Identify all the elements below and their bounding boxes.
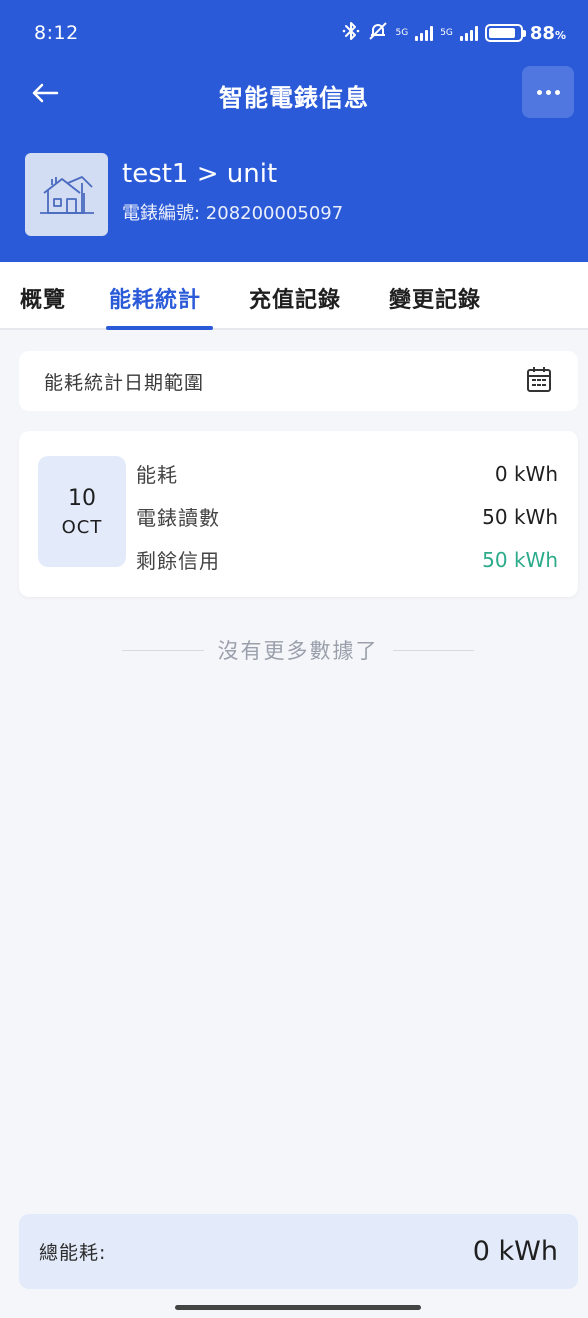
meter-text: test1 > unit 電錶編號: 208200005097 bbox=[122, 153, 343, 236]
row-value: 0 kWh bbox=[494, 461, 558, 486]
app-header: 8:12 5G 5G 88% 智能電錶信息 test1 > unit 電錶編號:… bbox=[0, 0, 588, 262]
meter-name: test1 > unit bbox=[122, 159, 278, 189]
nav-bar: 智能電錶信息 bbox=[0, 66, 588, 120]
battery-icon bbox=[484, 24, 526, 42]
tab-recharge-records[interactable]: 充值記錄 bbox=[249, 282, 341, 314]
signal-icon-1 bbox=[415, 25, 434, 41]
status-bar: 8:12 5G 5G 88% bbox=[0, 0, 588, 66]
date-day: 10 bbox=[68, 485, 96, 511]
tab-bar: 概覽 能耗統計 充值記錄 變更記錄 bbox=[0, 262, 588, 330]
record-row-remaining-credit: 剩餘信用 50 kWh bbox=[136, 545, 558, 574]
page-title: 智能電錶信息 bbox=[219, 84, 369, 112]
row-label: 電錶讀數 bbox=[136, 506, 220, 530]
network-type-1: 5G bbox=[395, 27, 409, 38]
no-more-data-text: 沒有更多數據了 bbox=[217, 639, 379, 663]
energy-record-card[interactable]: 10 OCT 能耗 0 kWh 電錶讀數 50 kWh 剩餘信用 50 kWh bbox=[19, 431, 578, 597]
total-consumption-label: 總能耗: bbox=[39, 1242, 107, 1264]
divider-line bbox=[392, 649, 474, 651]
row-value: 50 kWh bbox=[482, 504, 558, 529]
tab-energy-stats[interactable]: 能耗統計 bbox=[109, 282, 201, 314]
meter-number: 電錶編號: 208200005097 bbox=[122, 203, 344, 224]
record-row-meter-reading: 電錶讀數 50 kWh bbox=[136, 502, 558, 531]
row-value: 50 kWh bbox=[482, 547, 558, 572]
status-time: 8:12 bbox=[34, 22, 79, 44]
signal-icon-2 bbox=[459, 25, 478, 41]
record-row-consumption: 能耗 0 kWh bbox=[136, 459, 558, 488]
mute-bell-icon bbox=[367, 21, 389, 46]
battery-level: 88% bbox=[529, 22, 566, 44]
active-tab-indicator bbox=[106, 326, 213, 330]
row-label: 剩餘信用 bbox=[136, 549, 220, 573]
divider-line bbox=[122, 649, 204, 651]
date-month: OCT bbox=[61, 516, 103, 538]
calendar-icon bbox=[526, 365, 552, 397]
house-icon bbox=[25, 153, 108, 236]
date-badge: 10 OCT bbox=[38, 456, 126, 567]
total-consumption-value: 0 kWh bbox=[472, 1236, 558, 1267]
more-options-button[interactable] bbox=[522, 66, 574, 118]
bluetooth-icon bbox=[342, 21, 360, 46]
date-range-picker[interactable]: 能耗統計日期範圍 bbox=[19, 351, 578, 411]
tab-change-records[interactable]: 變更記錄 bbox=[389, 282, 481, 314]
home-indicator[interactable] bbox=[175, 1305, 421, 1310]
meter-info: test1 > unit 電錶編號: 208200005097 bbox=[25, 153, 343, 236]
tab-overview[interactable]: 概覽 bbox=[20, 282, 66, 314]
status-icons: 5G 5G 88% bbox=[342, 21, 566, 46]
row-label: 能耗 bbox=[136, 463, 178, 487]
network-type-2: 5G bbox=[440, 27, 453, 38]
more-icon bbox=[536, 89, 560, 95]
total-consumption-bar: 總能耗: 0 kWh bbox=[19, 1214, 578, 1289]
no-more-data-divider: 沒有更多數據了 bbox=[122, 632, 474, 668]
date-range-label: 能耗統計日期範圍 bbox=[44, 371, 205, 394]
